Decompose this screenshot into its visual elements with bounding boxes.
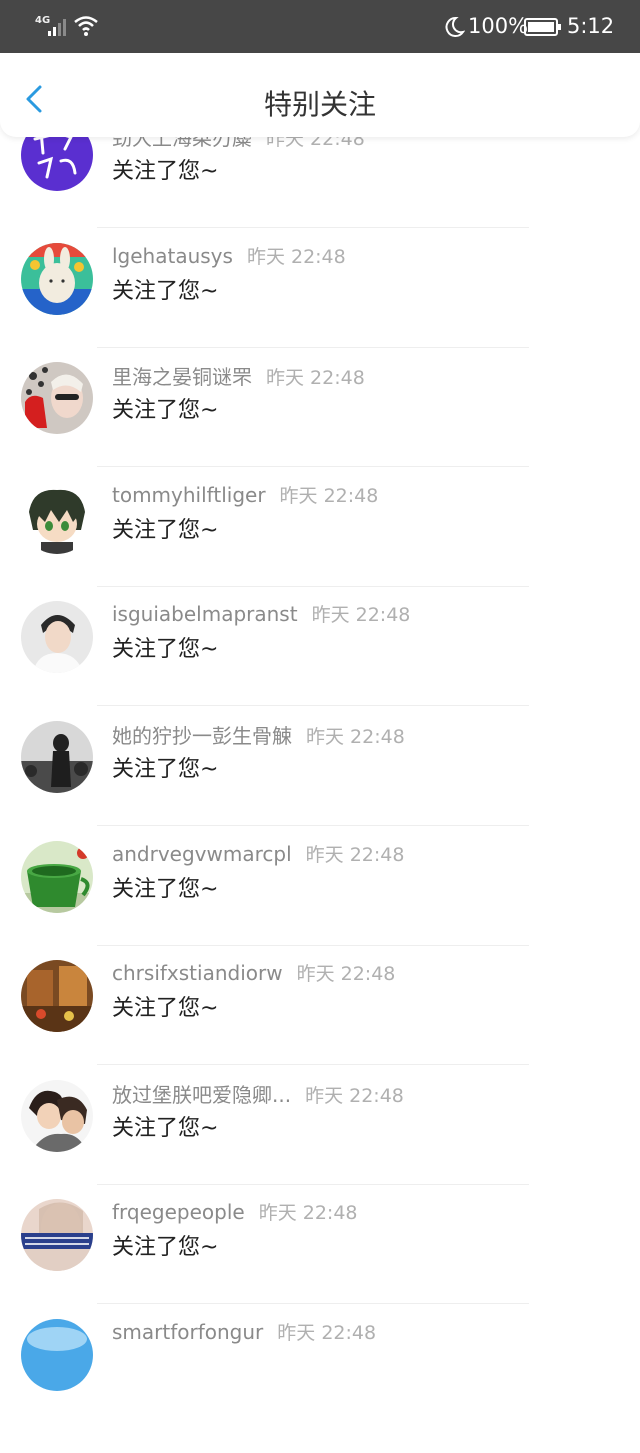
message-text: 关注了您~ (112, 517, 219, 543)
user-name-line: lgehatausys 昨天 22:48 (112, 242, 346, 269)
divider (97, 944, 529, 946)
avatar (21, 720, 93, 793)
divider (97, 227, 529, 228)
message-text: 关注了您~ (112, 278, 219, 304)
user-name-line: smartforfongur 昨天 22:48 (112, 1318, 376, 1345)
user-name[interactable]: tommyhilftliger (112, 483, 266, 507)
message-text: 关注了您~ (112, 1235, 219, 1261)
user-name-line: tommyhilftliger 昨天 22:48 (112, 481, 378, 508)
list-item[interactable]: chrsifxstiandiorw 昨天 22:48 关注了您~ (0, 956, 640, 1076)
user-name[interactable]: chrsifxstiandiorw (112, 961, 283, 985)
wifi-icon (74, 16, 98, 36)
user-name[interactable]: 她的狞抄一彭生骨觫 (112, 724, 292, 748)
user-name[interactable]: 里海之晏铜谜罘 (112, 365, 252, 389)
divider (97, 1064, 529, 1066)
message-text: 关注了您~ (112, 756, 219, 782)
divider (97, 1183, 529, 1185)
moon-icon (445, 16, 465, 37)
clock: 5:12 (567, 14, 615, 38)
list-item[interactable]: 里海之晏铜谜罘 昨天 22:48 关注了您~ (0, 358, 640, 478)
timestamp: 昨天 22:48 (258, 1202, 358, 1225)
timestamp: 昨天 22:48 (279, 484, 379, 507)
user-name[interactable]: lgehatausys (112, 244, 233, 268)
avatar (21, 601, 93, 674)
follower-list: 劲大上海桀刃麋 昨天 22:48 关注了您~ lgehatausys 昨天 22:4… (0, 119, 640, 1453)
message-text: 关注了您~ (112, 996, 219, 1022)
timestamp: 昨天 22:48 (277, 1321, 377, 1344)
timestamp: 昨天 22:48 (296, 963, 396, 986)
nav-bar: 特别关注 (0, 53, 640, 137)
timestamp: 昨天 22:48 (266, 367, 365, 390)
list-item[interactable]: 放过堡朕吧爱隐卿... 昨天 22:48 关注了您~ (0, 1076, 640, 1196)
user-name-line: chrsifxstiandiorw 昨天 22:48 (112, 959, 395, 986)
avatar (21, 242, 93, 315)
user-name-line: frqegepeople 昨天 22:48 (112, 1198, 358, 1225)
divider (97, 346, 529, 348)
battery-icon (524, 18, 561, 36)
avatar (21, 481, 93, 554)
timestamp: 昨天 22:48 (305, 843, 405, 866)
user-name[interactable]: isguiabelmapranst (112, 602, 298, 626)
avatar (21, 960, 93, 1033)
list-item[interactable]: andrvegvwmarcpl 昨天 22:48 关注了您~ (0, 837, 640, 957)
user-name-line: 里海之晏铜谜罘 昨天 22:48 (112, 361, 365, 390)
signal-icon (48, 19, 66, 36)
avatar (21, 840, 93, 913)
user-name[interactable]: smartforfongur (112, 1320, 263, 1344)
message-text: 关注了您~ (112, 398, 219, 424)
list-item[interactable]: tommyhilftliger 昨天 22:48 关注了您~ (0, 478, 640, 598)
divider (97, 1303, 529, 1305)
user-name-line: 她的狞抄一彭生骨觫 昨天 22:48 (112, 720, 405, 749)
avatar (21, 362, 93, 435)
user-name[interactable]: frqegepeople (112, 1200, 245, 1224)
divider (97, 585, 529, 587)
list-item[interactable]: isguiabelmapranst 昨天 22:48 关注了您~ (0, 597, 640, 717)
divider (97, 705, 529, 707)
status-bar: 4G 100% 5:12 (0, 0, 640, 53)
avatar (21, 1079, 93, 1152)
avatar (21, 1318, 93, 1391)
divider (97, 466, 529, 468)
timestamp: 昨天 22:48 (305, 1084, 404, 1107)
timestamp: 昨天 22:48 (311, 604, 411, 627)
list-item[interactable]: 她的狞抄一彭生骨觫 昨天 22:48 关注了您~ (0, 717, 640, 837)
message-text: 关注了您~ (112, 876, 219, 902)
message-text: 关注了您~ (112, 637, 219, 663)
list-item[interactable]: smartforfongur 昨天 22:48 (0, 1315, 640, 1435)
battery-percent: 100% (468, 14, 529, 38)
timestamp: 昨天 22:48 (306, 725, 405, 748)
timestamp: 昨天 22:48 (246, 245, 346, 268)
user-name-line: 放过堡朕吧爱隐卿... 昨天 22:48 (112, 1079, 404, 1108)
user-name[interactable]: andrvegvwmarcpl (112, 842, 292, 866)
user-name-line: andrvegvwmarcpl 昨天 22:48 (112, 840, 404, 867)
user-name[interactable]: 放过堡朕吧爱隐卿... (112, 1083, 291, 1107)
divider (97, 824, 529, 826)
list-item[interactable]: lgehatausys 昨天 22:48 关注了您~ (0, 239, 640, 359)
user-name-line: isguiabelmapranst 昨天 22:48 (112, 600, 410, 627)
list-item[interactable]: frqegepeople 昨天 22:48 关注了您~ (0, 1195, 640, 1315)
avatar (21, 1199, 93, 1272)
message-text: 关注了您~ (112, 1115, 219, 1141)
page-title: 特别关注 (263, 88, 376, 121)
message-text: 关注了您~ (112, 159, 219, 184)
